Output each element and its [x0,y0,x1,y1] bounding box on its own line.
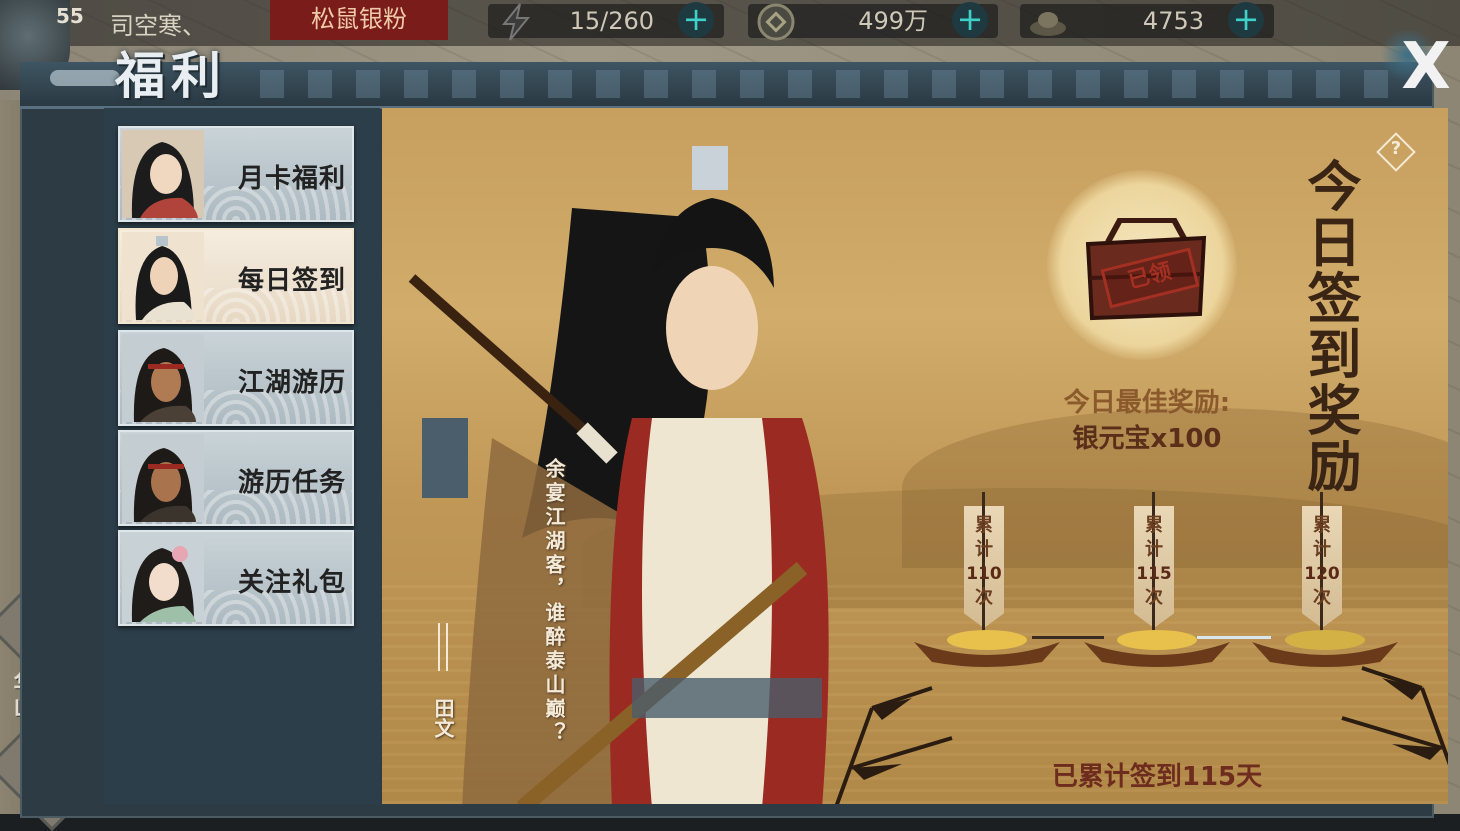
menu-item-jianghu-travel[interactable]: 江湖游历 [118,330,354,426]
panel-header [20,62,1432,109]
best-reward-value: 银元宝x100 [1072,424,1222,454]
stamina-icon [501,3,531,41]
stamina-value: 15/260 [569,7,654,35]
gold-boat-icon [914,630,1060,667]
portrait-woman-icon [122,130,204,218]
menu-item-label: 游历任务 [237,468,346,498]
milestone-suffix: 次 [975,587,993,608]
milestone-count: 115 [1136,564,1172,584]
guild-tag[interactable]: 松鼠银粉 [270,0,448,40]
menu-item-daily-signin[interactable]: 每日签到 [118,228,354,324]
milestone-prefix: 计 [1313,539,1331,560]
milestone-110[interactable]: 累 计 110 次 [912,492,1062,682]
menu-item-travel-tasks[interactable]: 游历任务 [118,430,354,526]
menu-item-label: 月卡福利 [237,164,346,194]
poem-author: 田文 [431,698,455,738]
milestone-prefix: 累 [1313,515,1331,536]
welfare-menu: 月卡福利 每日签到 江湖游历 游历任务 关注礼包 [104,108,380,804]
menu-item-follow-gift[interactable]: 关注礼包 [118,530,354,626]
poem-text: 余宴江湖客，谁醉泰山巅？ [542,458,566,746]
portrait-traveler-icon [122,334,204,422]
stamina-resource: 15/260 + [488,2,724,41]
menu-item-label: 江湖游历 [237,368,346,398]
author-dash [438,623,448,671]
bamboo-decoration [834,686,953,804]
milestone-115[interactable]: 累 计 115 次 [1082,492,1232,682]
milestone-prefix: 计 [975,539,993,560]
coin-resource: 499万 + [748,2,998,41]
milestone-prefix: 累 [1145,515,1163,536]
gold-boat-icon [1084,630,1230,667]
add-ingot-button[interactable]: + [1228,2,1264,38]
signin-title: 今日签到奖励 [1298,158,1361,494]
silver-ingot-icon [1030,12,1066,36]
bamboo-decoration [1341,666,1448,766]
milestone-suffix: 次 [1145,587,1163,608]
total-signin-days: 已累计签到115天 [1051,762,1263,792]
milestone-prefix: 计 [1145,539,1163,560]
portrait-swordsman-icon [122,232,204,320]
panel-title: 福利 [115,47,227,105]
add-coin-button[interactable]: + [952,2,988,38]
menu-item-label: 每日签到 [237,266,346,296]
menu-item-monthly-card[interactable]: 月卡福利 [118,126,354,222]
coin-icon [757,3,795,41]
ingot-resource: 4753 + [1020,2,1274,38]
milestone-count: 110 [966,564,1002,584]
add-stamina-button[interactable]: + [678,2,714,38]
title-decoration [50,70,120,86]
menu-item-label: 关注礼包 [237,568,346,598]
milestone-suffix: 次 [1313,587,1331,608]
daily-signin-content: 余宴江湖客，谁醉泰山巅？ 田文 已领 ? 今日签到奖励 今日最佳奖励: 银元宝x… [382,108,1448,804]
ingot-value: 4753 [1142,7,1204,35]
portrait-girl-icon [122,534,204,622]
close-button[interactable]: X [1392,28,1460,106]
milestone-prefix: 累 [975,515,993,536]
player-level: 55 [56,4,84,28]
help-icon[interactable]: ? [1384,138,1408,159]
coin-value: 499万 [858,7,928,35]
portrait-traveler-icon [122,434,204,522]
milestone-count: 120 [1304,564,1340,584]
best-reward-label: 今日最佳奖励: [1063,388,1231,418]
